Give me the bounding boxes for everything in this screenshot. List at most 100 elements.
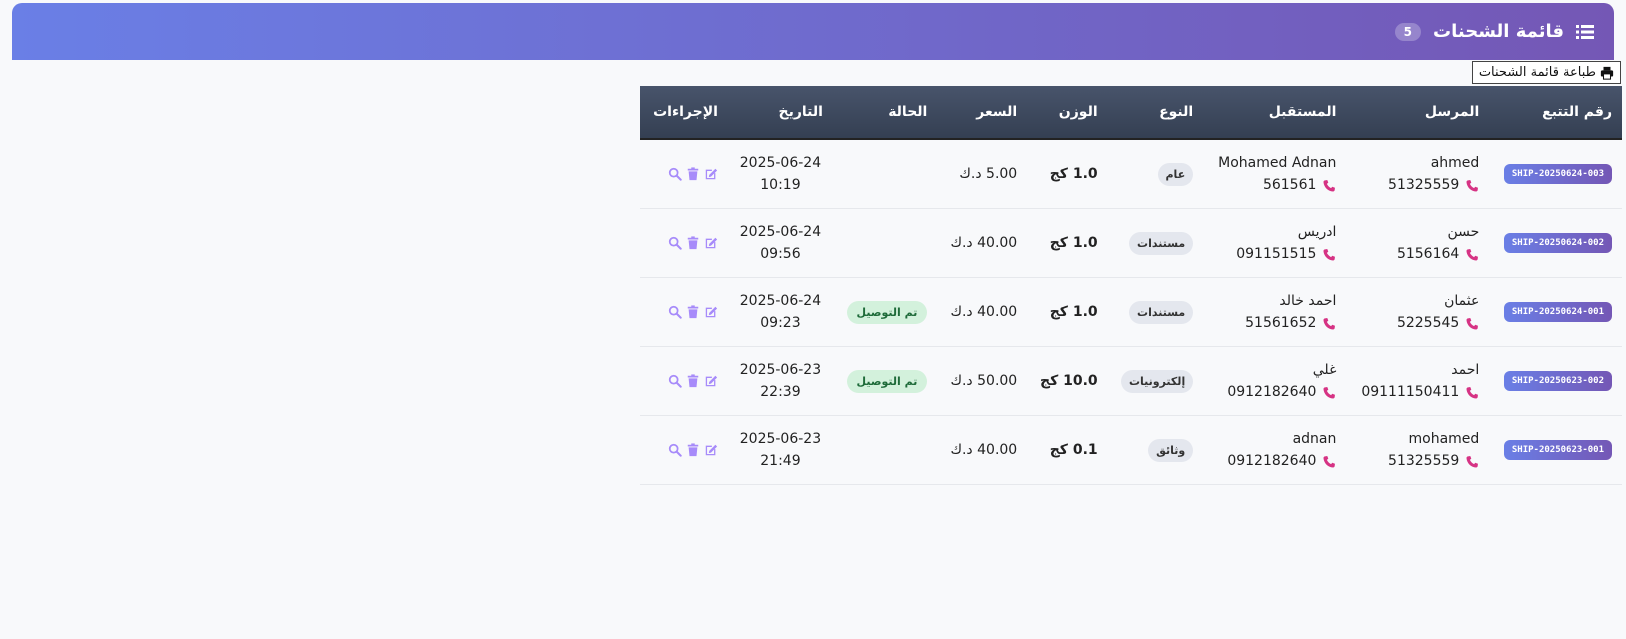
phone-icon (1322, 316, 1336, 330)
phone-icon (1322, 385, 1336, 399)
table-header: رقم التتبع المرسل المستقبل النوع الوزن ا… (640, 86, 1622, 140)
type-badge: مستندات (1129, 300, 1194, 324)
page-title: قائمة الشحنات (1433, 21, 1564, 42)
status-badge: تم التوصيل (846, 300, 928, 324)
receiver-name: Mohamed Adnan (1218, 155, 1337, 171)
sender-name: عثمان (1444, 293, 1480, 309)
sender-phone: 5156164 (1396, 246, 1460, 262)
actions-cell (640, 346, 728, 416)
search-icon[interactable] (668, 443, 682, 457)
type-cell: مستندات (1107, 277, 1204, 347)
weight-cell: 10.0 كج (1027, 346, 1108, 416)
type-cell: وثائق (1107, 415, 1204, 485)
actions-cell (640, 208, 728, 278)
sender-cell: حسن 5156164 (1346, 208, 1490, 278)
print-list-button[interactable]: طباعة قائمة الشحنات (1471, 61, 1621, 84)
date-cell: 2025-06-24 09:56 (727, 208, 833, 278)
edit-icon[interactable] (704, 374, 718, 388)
receiver-cell: ادريس 091151515 (1203, 208, 1347, 278)
sender-name: mohamed (1408, 431, 1480, 447)
shipments-table: رقم التتبع المرسل المستقبل النوع الوزن ا… (640, 86, 1622, 485)
date-cell: 2025-06-24 09:23 (727, 277, 833, 347)
table-row: SHIP-20250623-002 احمد 09111150411 غلي 09121… (640, 346, 1622, 416)
tracking-number[interactable]: SHIP-20250624-003 (1503, 164, 1612, 184)
sender-cell: عثمان 5225545 (1346, 277, 1490, 347)
table-row: SHIP-20250623-001 mohamed 51325559 adnan 091… (640, 415, 1622, 485)
tracking-number[interactable]: SHIP-20250624-002 (1503, 233, 1612, 253)
column-actions: الإجراءات (640, 86, 728, 140)
phone-icon (1322, 247, 1336, 261)
column-date: التاريخ (727, 86, 833, 140)
date-value: 2025-06-24 (739, 293, 822, 309)
price-cell: 5.00 د.ك (937, 139, 1028, 209)
tracking-number[interactable]: SHIP-20250623-001 (1503, 440, 1612, 460)
tracking-cell: SHIP-20250624-003 (1489, 139, 1622, 209)
phone-icon (1465, 178, 1479, 192)
type-badge: عام (1157, 162, 1194, 186)
status-cell: تم التوصيل (832, 277, 938, 347)
sender-phone: 51325559 (1388, 177, 1460, 193)
date-value: 2025-06-24 (739, 224, 822, 240)
trash-icon[interactable] (686, 374, 700, 388)
type-badge: مستندات (1129, 231, 1194, 255)
edit-icon[interactable] (704, 443, 718, 457)
weight-cell: 0.1 كج (1027, 415, 1108, 485)
trash-icon[interactable] (686, 305, 700, 319)
date-value: 2025-06-24 (739, 155, 822, 171)
search-icon[interactable] (668, 374, 682, 388)
type-cell: مستندات (1107, 208, 1204, 278)
search-icon[interactable] (668, 236, 682, 250)
list-icon (1576, 24, 1594, 39)
trash-icon[interactable] (686, 443, 700, 457)
receiver-cell: Mohamed Adnan 561561 (1203, 139, 1347, 209)
column-status: الحالة (832, 86, 938, 140)
price-cell: 40.00 د.ك (937, 415, 1028, 485)
sender-phone: 09111150411 (1361, 384, 1460, 400)
count-badge: 5 (1394, 22, 1422, 41)
tracking-number[interactable]: SHIP-20250623-002 (1503, 371, 1612, 391)
time-value: 10:19 (760, 177, 801, 193)
sender-name: احمد (1451, 362, 1480, 378)
search-icon[interactable] (668, 305, 682, 319)
receiver-cell: احمد خالد 51561652 (1203, 277, 1347, 347)
phone-icon (1465, 247, 1479, 261)
time-value: 22:39 (760, 384, 801, 400)
column-weight: الوزن (1027, 86, 1108, 140)
edit-icon[interactable] (704, 236, 718, 250)
column-tracking: رقم التتبع (1489, 86, 1622, 140)
tracking-number[interactable]: SHIP-20250624-001 (1503, 302, 1612, 322)
edit-icon[interactable] (704, 305, 718, 319)
column-price: السعر (937, 86, 1028, 140)
table-row: SHIP-20250624-001 عثمان 5225545 احمد خالد 51… (640, 277, 1622, 347)
trash-icon[interactable] (686, 167, 700, 181)
sender-phone: 5225545 (1396, 315, 1460, 331)
date-value: 2025-06-23 (739, 362, 822, 378)
sender-name: حسن (1447, 224, 1480, 240)
header-content: قائمة الشحنات 5 (1394, 3, 1594, 60)
receiver-phone: 0912182640 (1227, 453, 1317, 469)
receiver-name: احمد خالد (1279, 293, 1337, 309)
price-cell: 40.00 د.ك (937, 277, 1028, 347)
table-body: SHIP-20250624-003 ahmed 51325559 Mohamed Ad… (640, 139, 1622, 485)
sender-cell: احمد 09111150411 (1346, 346, 1490, 416)
column-sender: المرسل (1346, 86, 1490, 140)
page-header: قائمة الشحنات 5 (12, 3, 1614, 60)
date-cell: 2025-06-23 21:49 (727, 415, 833, 485)
sender-phone: 51325559 (1388, 453, 1460, 469)
receiver-cell: adnan 0912182640 (1203, 415, 1347, 485)
receiver-name: غلي (1312, 362, 1337, 378)
search-icon[interactable] (668, 167, 682, 181)
trash-icon[interactable] (686, 236, 700, 250)
tracking-cell: SHIP-20250623-002 (1489, 346, 1622, 416)
phone-icon (1322, 178, 1336, 192)
edit-icon[interactable] (704, 167, 718, 181)
receiver-phone: 091151515 (1236, 246, 1317, 262)
weight-cell: 1.0 كج (1027, 208, 1108, 278)
receiver-cell: غلي 0912182640 (1203, 346, 1347, 416)
time-value: 21:49 (760, 453, 801, 469)
status-badge: تم التوصيل (846, 369, 928, 393)
receiver-name: adnan (1292, 431, 1337, 447)
phone-icon (1465, 316, 1479, 330)
sender-cell: mohamed 51325559 (1346, 415, 1490, 485)
type-cell: عام (1107, 139, 1204, 209)
